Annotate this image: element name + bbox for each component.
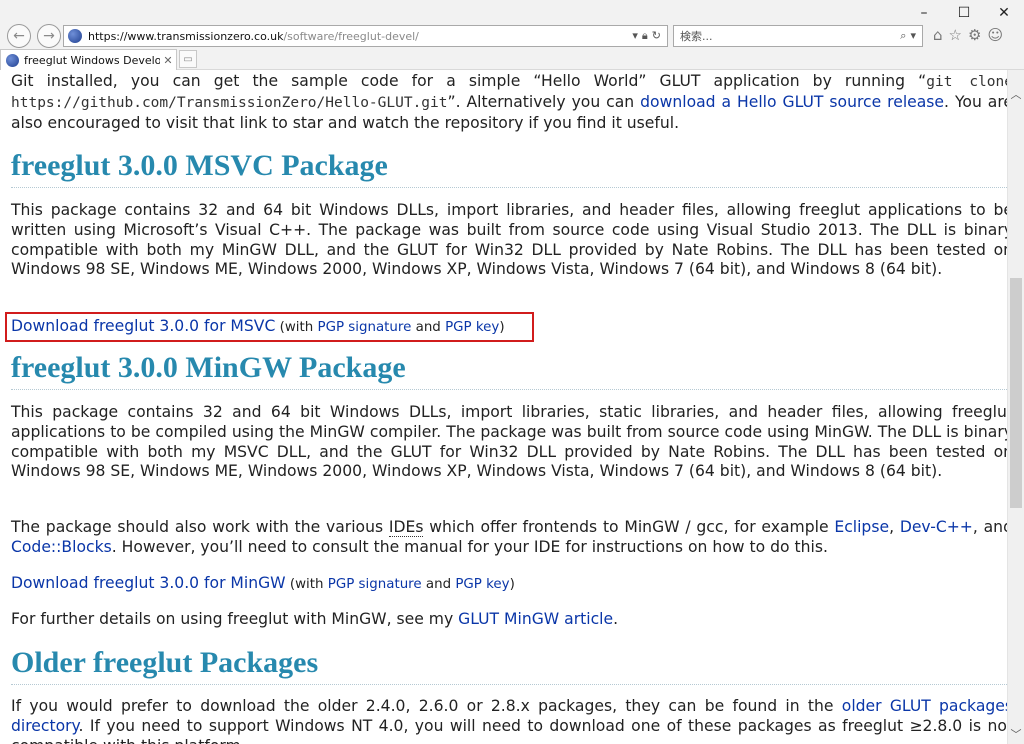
settings-gear-icon[interactable]: ⚙ bbox=[968, 26, 981, 44]
tab-label: freeglut Windows Develop... bbox=[24, 53, 160, 67]
with-text: (with bbox=[275, 320, 318, 335]
window-controls: – ☐ ✕ bbox=[904, 2, 1024, 24]
devcpp-link[interactable]: Dev-C++ bbox=[900, 518, 973, 536]
ides-text-2: which offer frontends to MinGW / gcc, fo… bbox=[423, 518, 835, 536]
forward-button[interactable]: → bbox=[37, 24, 61, 48]
tab-favicon-icon bbox=[6, 53, 19, 67]
page-viewport: Git installed, you can get the sample co… bbox=[0, 70, 1007, 744]
favorites-star-icon[interactable]: ☆ bbox=[949, 26, 962, 44]
mingw-heading: freeglut 3.0.0 MinGW Package bbox=[11, 351, 1007, 390]
glut-mingw-article-link[interactable]: GLUT MinGW article bbox=[458, 610, 613, 628]
new-tab-icon: ▭ bbox=[183, 53, 193, 65]
scroll-down-icon[interactable]: ﹀ bbox=[1008, 728, 1024, 742]
search-icon[interactable]: ⌕ bbox=[900, 29, 906, 43]
smiley-feedback-icon[interactable]: ☺ bbox=[987, 26, 1003, 44]
intro-text-2: ”. Alternatively you can bbox=[447, 92, 641, 111]
older-text-2: . If you need to support Windows NT 4.0,… bbox=[11, 716, 1007, 744]
further-text-1: For further details on using freeglut wi… bbox=[11, 610, 459, 628]
codeblocks-link[interactable]: Code::Blocks bbox=[11, 538, 112, 556]
and-text: , and bbox=[972, 518, 1007, 536]
dropdown-icon[interactable]: ▾ bbox=[632, 29, 638, 43]
url-host: https://www.transmissionzero.co.uk bbox=[88, 29, 284, 43]
tab-freeglut[interactable]: freeglut Windows Develop... ✕ bbox=[0, 49, 177, 70]
close-tab-icon[interactable]: ✕ bbox=[160, 54, 176, 67]
minimize-icon[interactable]: – bbox=[904, 2, 944, 24]
new-tab-button[interactable]: ▭ bbox=[179, 50, 197, 68]
hello-glut-source-link[interactable]: download a Hello GLUT source release bbox=[640, 93, 944, 111]
msvc-description: This package contains 32 and 64 bit Wind… bbox=[11, 201, 1007, 279]
older-packages-paragraph: If you would prefer to download the olde… bbox=[11, 697, 1007, 744]
search-box[interactable]: 検索... ⌕ ▾ bbox=[673, 25, 923, 47]
browser-chrome: – ☐ ✕ ← → https://www.transmissionzero.c… bbox=[0, 0, 1024, 70]
eclipse-link[interactable]: Eclipse bbox=[834, 518, 889, 536]
toolbar-icons: ⌂ ☆ ⚙ ☺ bbox=[933, 26, 1003, 44]
scrollbar-thumb[interactable] bbox=[1010, 278, 1022, 508]
mingw-pgp-key-link[interactable]: PGP key bbox=[455, 577, 509, 592]
search-input[interactable]: 検索... bbox=[680, 28, 900, 44]
back-button[interactable]: ← bbox=[7, 24, 31, 48]
older-text-1: If you would prefer to download the olde… bbox=[11, 697, 842, 715]
close-window-icon[interactable]: ✕ bbox=[984, 2, 1024, 24]
lock-icon[interactable]: 🔒︎ bbox=[642, 29, 648, 43]
site-favicon-icon bbox=[68, 29, 82, 43]
comma-text: , bbox=[889, 518, 900, 536]
further-details-paragraph: For further details on using freeglut wi… bbox=[11, 610, 618, 630]
and-text: and bbox=[411, 320, 446, 335]
msvc-download-line: Download freeglut 3.0.0 for MSVC (with P… bbox=[11, 317, 505, 338]
vertical-scrollbar[interactable]: ︿ ﹀ bbox=[1007, 70, 1024, 744]
address-bar[interactable]: https://www.transmissionzero.co.uk/softw… bbox=[63, 25, 668, 47]
further-text-2: . bbox=[613, 610, 619, 628]
url-path: /software/freeglut-devel/ bbox=[283, 29, 419, 43]
refresh-icon[interactable]: ↻ bbox=[652, 29, 661, 43]
maximize-icon[interactable]: ☐ bbox=[944, 2, 984, 24]
msvc-heading: freeglut 3.0.0 MSVC Package bbox=[11, 149, 1007, 188]
close-paren-text: ) bbox=[499, 320, 505, 335]
intro-text-1: Git installed, you can get the sample co… bbox=[11, 72, 927, 90]
ides-text-3: . However, you’ll need to consult the ma… bbox=[111, 537, 828, 556]
mingw-pgp-signature-link[interactable]: PGP signature bbox=[328, 577, 422, 592]
arrow-right-icon: → bbox=[43, 28, 55, 44]
with-text: (with bbox=[285, 577, 328, 592]
intro-paragraph: Git installed, you can get the sample co… bbox=[11, 72, 1007, 133]
close-paren-text: ) bbox=[509, 577, 515, 592]
ides-abbreviation: IDEs bbox=[388, 518, 424, 537]
arrow-left-icon: ← bbox=[13, 28, 25, 44]
mingw-description: This package contains 32 and 64 bit Wind… bbox=[11, 403, 1007, 481]
home-icon[interactable]: ⌂ bbox=[933, 26, 943, 44]
msvc-pgp-key-link[interactable]: PGP key bbox=[445, 320, 499, 335]
msvc-pgp-signature-link[interactable]: PGP signature bbox=[318, 320, 412, 335]
download-mingw-link[interactable]: Download freeglut 3.0.0 for MinGW bbox=[11, 574, 286, 592]
ides-paragraph: The package should also work with the va… bbox=[11, 518, 1007, 558]
download-msvc-link[interactable]: Download freeglut 3.0.0 for MSVC bbox=[11, 317, 275, 335]
and-text: and bbox=[421, 577, 456, 592]
older-packages-heading: Older freeglut Packages bbox=[11, 646, 1007, 685]
mingw-download-line: Download freeglut 3.0.0 for MinGW (with … bbox=[11, 574, 515, 595]
ides-text-1: The package should also work with the va… bbox=[11, 518, 389, 536]
search-dropdown-icon[interactable]: ▾ bbox=[910, 29, 916, 43]
scroll-up-icon[interactable]: ︿ bbox=[1008, 88, 1024, 102]
